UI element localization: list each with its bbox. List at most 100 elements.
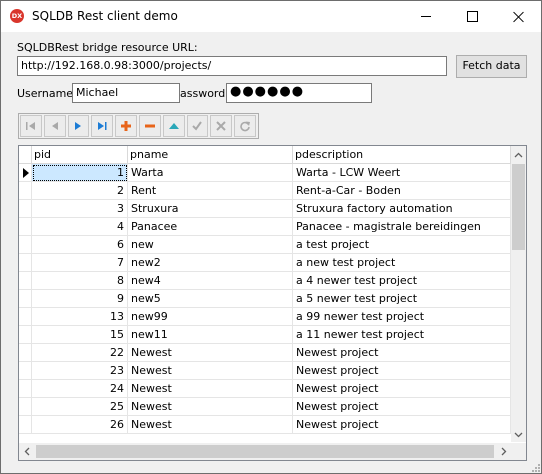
cell-pdescription[interactable]: a new test project (293, 254, 511, 272)
cell-pname[interactable]: Newest (128, 398, 293, 416)
minimize-button[interactable] (403, 1, 449, 32)
cell-pid[interactable]: 8 (32, 272, 128, 290)
cell-pdescription[interactable]: a 4 newer test project (293, 272, 511, 290)
nav-edit-button[interactable] (162, 115, 185, 137)
row-indicator[interactable] (19, 308, 32, 326)
cell-pdescription[interactable]: Newest project (293, 344, 511, 362)
cell-pname[interactable]: Panacee (128, 218, 293, 236)
cell-pdescription[interactable]: Newest project (293, 380, 511, 398)
cell-pname[interactable]: new5 (128, 290, 293, 308)
row-indicator[interactable] (19, 200, 32, 218)
cell-pid[interactable]: 23 (32, 362, 128, 380)
row-indicator[interactable] (19, 182, 32, 200)
row-indicator[interactable] (19, 326, 32, 344)
cell-pdescription[interactable]: Warta - LCW Weert (293, 164, 511, 182)
cell-pdescription[interactable]: a 5 newer test project (293, 290, 511, 308)
current-row-arrow-icon (23, 168, 29, 178)
cell-pdescription[interactable]: Newest project (293, 398, 511, 416)
cell-pname[interactable]: Newest (128, 416, 293, 434)
cell-pname[interactable]: Warta (128, 164, 293, 182)
data-grid[interactable]: pid pname pdescription 1 Warta Warta - LCW… (18, 145, 527, 461)
scroll-right-icon[interactable] (496, 443, 511, 460)
cell-pid[interactable]: 2 (32, 182, 128, 200)
row-indicator[interactable] (19, 344, 32, 362)
username-input[interactable]: Michael (72, 83, 180, 103)
nav-post-button[interactable] (186, 115, 209, 137)
cell-pname[interactable]: Newest (128, 362, 293, 380)
nav-last-button[interactable] (91, 115, 114, 137)
row-indicator[interactable] (19, 164, 32, 182)
cell-pdescription[interactable]: Panacee - magistrale bereidingen (293, 218, 511, 236)
cell-pname[interactable]: new4 (128, 272, 293, 290)
row-indicator[interactable] (19, 272, 32, 290)
cell-pdescription[interactable]: a test project (293, 236, 511, 254)
row-indicator[interactable] (19, 362, 32, 380)
fetch-data-button[interactable]: Fetch data (456, 55, 527, 78)
cell-pid[interactable]: 7 (32, 254, 128, 272)
maximize-button[interactable] (449, 1, 495, 32)
row-indicator[interactable] (19, 254, 32, 272)
resize-grip-icon[interactable] (531, 463, 541, 473)
cell-pid[interactable]: 6 (32, 236, 128, 254)
vertical-scroll-thumb[interactable] (512, 164, 525, 250)
cell-pid[interactable]: 22 (32, 344, 128, 362)
prior-record-icon (51, 122, 58, 130)
scroll-up-icon[interactable] (511, 146, 526, 163)
url-input[interactable]: http://192.168.0.98:3000/projects/ (17, 56, 447, 76)
cell-pid[interactable]: 4 (32, 218, 128, 236)
cell-pid[interactable]: 9 (32, 290, 128, 308)
cell-pdescription[interactable]: Rent-a-Car - Boden (293, 182, 511, 200)
scroll-down-icon[interactable] (511, 426, 526, 443)
nav-cancel-button[interactable] (210, 115, 233, 137)
column-header-pid[interactable]: pid (32, 146, 128, 164)
column-header-pname[interactable]: pname (128, 146, 293, 164)
title-bar[interactable]: DX SQLDB Rest client demo (1, 1, 541, 32)
horizontal-scroll-thumb[interactable] (36, 445, 494, 458)
row-indicator[interactable] (19, 398, 32, 416)
cell-pname[interactable]: Newest (128, 344, 293, 362)
cell-pdescription[interactable]: Struxura factory automation (293, 200, 511, 218)
db-navigator (18, 113, 259, 139)
edit-up-icon (168, 123, 179, 129)
cell-pdescription[interactable]: a 99 newer test project (293, 308, 511, 326)
cell-pname[interactable]: Rent (128, 182, 293, 200)
cell-pname[interactable]: new (128, 236, 293, 254)
cell-pid[interactable]: 24 (32, 380, 128, 398)
horizontal-scrollbar[interactable] (19, 443, 511, 460)
cell-pid[interactable]: 3 (32, 200, 128, 218)
row-indicator[interactable] (19, 290, 32, 308)
scroll-left-icon[interactable] (19, 443, 34, 460)
main-window: DX SQLDB Rest client demo SQLDBRest brid… (0, 0, 542, 474)
nav-refresh-button[interactable] (234, 115, 256, 137)
cell-pdescription[interactable]: a 11 newer test project (293, 326, 511, 344)
nav-prior-button[interactable] (43, 115, 66, 137)
cell-pdescription[interactable]: Newest project (293, 362, 511, 380)
password-label: assword (180, 87, 226, 100)
cell-pname[interactable]: Newest (128, 380, 293, 398)
nav-delete-button[interactable] (138, 115, 161, 137)
vertical-scrollbar[interactable] (511, 146, 526, 442)
cell-pname[interactable]: new2 (128, 254, 293, 272)
cell-pid[interactable]: 26 (32, 416, 128, 434)
column-header-pdescription[interactable]: pdescription (293, 146, 511, 164)
first-record-icon (25, 122, 35, 130)
plus-icon (121, 121, 132, 131)
cell-pid[interactable]: 13 (32, 308, 128, 326)
cell-pdescription[interactable]: Newest project (293, 416, 511, 434)
row-indicator[interactable] (19, 380, 32, 398)
password-input[interactable]: ●●●●●● (226, 83, 372, 103)
cell-pname[interactable]: new99 (128, 308, 293, 326)
cell-pname[interactable]: new11 (128, 326, 293, 344)
cell-pid[interactable]: 15 (32, 326, 128, 344)
row-indicator[interactable] (19, 236, 32, 254)
nav-first-button[interactable] (20, 115, 42, 137)
row-indicator[interactable] (19, 218, 32, 236)
cell-pid[interactable]: 1 (32, 164, 128, 182)
nav-insert-button[interactable] (115, 115, 137, 137)
row-indicator[interactable] (19, 416, 32, 434)
cell-pid[interactable]: 25 (32, 398, 128, 416)
app-icon: DX (10, 9, 24, 23)
nav-next-button[interactable] (67, 115, 90, 137)
close-button[interactable] (495, 1, 541, 32)
cell-pname[interactable]: Struxura (128, 200, 293, 218)
